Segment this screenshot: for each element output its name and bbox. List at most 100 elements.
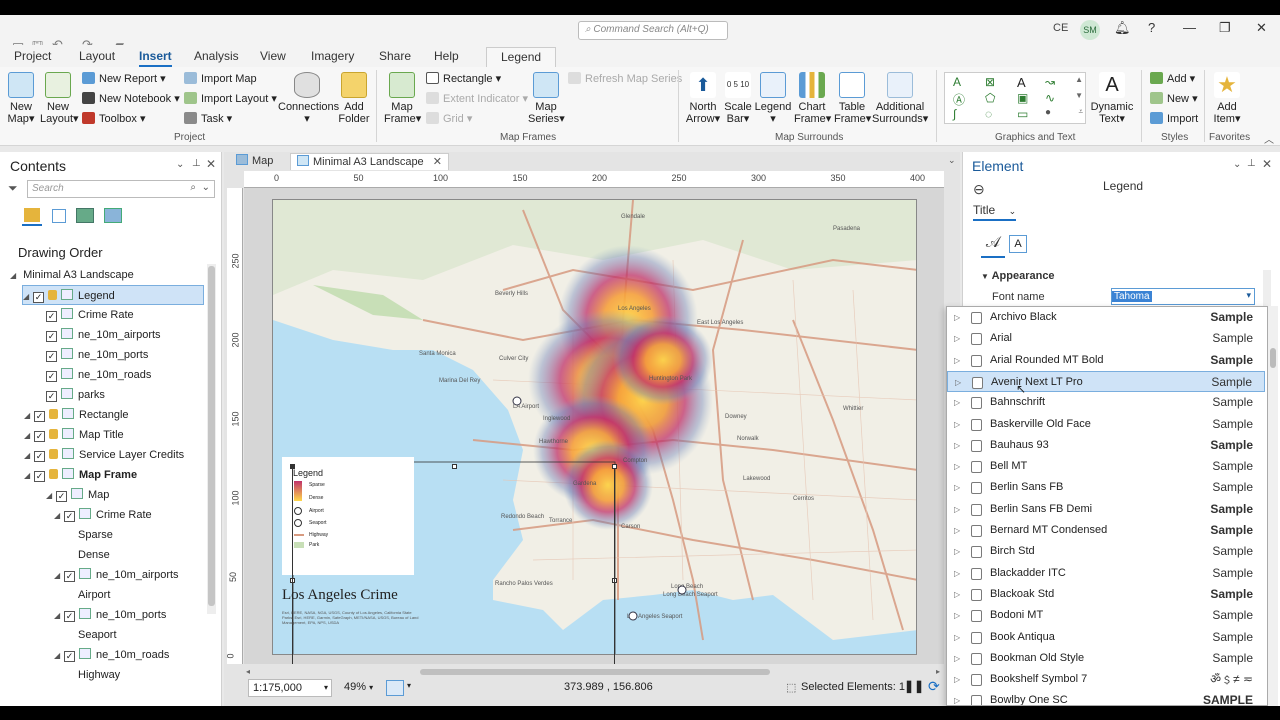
expand-font-icon[interactable]: ▷ [954,414,960,435]
expand-font-icon[interactable]: ▷ [954,350,960,371]
circle-text-icon[interactable]: Ⓐ [953,91,965,108]
expand-font-icon[interactable]: ▷ [954,627,960,648]
zoom-dropdown-icon[interactable]: ▾ [369,683,373,692]
visibility-checkbox[interactable]: ✓ [46,391,57,402]
back-arrow-icon[interactable]: ⊖ [973,181,985,198]
text-symbol-tab-icon[interactable]: 𝒜 [981,234,1005,258]
dropdown-chevron-icon[interactable]: ⌄ [1009,206,1017,216]
connections-button[interactable]: Connections ▾ [278,72,339,125]
visibility-checkbox[interactable]: ✓ [64,651,75,662]
font-list-item[interactable]: ▷ Blackoak Std Sample [947,584,1265,605]
graphics-gallery[interactable]: A ⊠ A ↝ Ⓐ ⬠ ▣ ∿ ∫ ◌ ▭ ● ▲ ▼ ⩡ [944,72,1086,124]
lock-icon[interactable] [49,449,58,459]
tree-expander-icon[interactable]: ◢ [23,287,33,307]
expand-font-icon[interactable]: ▷ [954,669,960,690]
tree-item[interactable]: ◢ ✓ Map Title [24,425,124,445]
new-report-button[interactable]: New Report ▾ [82,71,166,87]
expand-font-icon[interactable]: ▷ [954,499,960,520]
visibility-checkbox[interactable]: ✓ [64,611,75,622]
map-title[interactable]: Los Angeles Crime [282,587,398,604]
pane-menu-icon[interactable]: ⌄ [176,159,184,170]
legend-button[interactable]: Legend ▾ [754,72,792,125]
tree-item[interactable]: ◢ ✓ ne_10m_roads [54,645,169,665]
doc-tab-layout[interactable]: Minimal A3 Landscape ✕ [290,153,449,170]
font-list-item[interactable]: ▷ Bell MT Sample [947,456,1265,477]
tree-item[interactable]: ◢ ✓ Service Layer Credits [24,445,184,465]
font-list-item[interactable]: ▷ Baskerville Old Face Sample [947,414,1265,435]
selection-handle[interactable] [452,464,457,469]
scale-bar-button[interactable]: 0 5 10 Scale Bar▾ [722,72,754,125]
new-layout-button[interactable]: New Layout▾ [40,72,79,125]
visibility-checkbox[interactable]: ✓ [34,451,45,462]
tree-item[interactable]: Airport [78,585,110,605]
tree-item[interactable]: Sparse [78,525,113,545]
font-list-item[interactable]: ▷ Bauhaus 93 Sample [947,435,1265,456]
search-options-icon[interactable]: ⌄ [202,182,210,193]
visibility-checkbox[interactable]: ✓ [33,292,44,303]
airport-marker-icon[interactable] [512,396,522,406]
seaport-marker-icon[interactable] [628,611,638,621]
visibility-checkbox[interactable]: ✓ [64,511,75,522]
notification-bell-icon[interactable]: 🔔︎ [1114,20,1131,36]
visibility-checkbox[interactable]: ✓ [56,491,67,502]
appearance-section[interactable]: ▼ Appearance [981,270,1055,282]
seaport-marker-icon[interactable] [677,585,687,595]
tree-layout-root[interactable]: ◢ Minimal A3 Landscape [10,265,134,285]
table-frame-button[interactable]: Table Frame▾ [834,72,871,125]
tree-item[interactable]: ✓ ne_10m_roads [46,365,151,385]
expand-font-icon[interactable]: ▷ [954,307,960,328]
lock-icon[interactable] [49,409,58,419]
polygon-icon[interactable]: ⬠ [985,91,995,105]
grid-snap-icon[interactable] [386,680,404,696]
tree-item[interactable]: ◢ ✓ Legend [22,285,204,305]
font-list-item[interactable]: ▷ Bowlby One SC SAMPLE [947,690,1265,705]
lock-icon[interactable] [48,290,57,300]
tree-item[interactable]: Highway [78,665,120,685]
contents-search-input[interactable]: Search ⌕ ⌄ [27,180,215,198]
visibility-checkbox[interactable]: ✓ [34,431,45,442]
visibility-checkbox[interactable]: ✓ [34,411,45,422]
font-list-item[interactable]: ▷ Bahnschrift Sample [947,392,1265,413]
tree-expander-icon[interactable]: ◢ [54,506,64,526]
scroll-left-icon[interactable]: ◂ [246,667,250,676]
curved-text-icon[interactable]: ↝ [1045,75,1055,89]
expand-font-icon[interactable]: ▷ [954,477,960,498]
pin-icon[interactable]: ⊥ [192,158,201,169]
source-view-icon[interactable] [52,209,66,223]
drawing-order-view-icon[interactable] [22,208,42,226]
polygon-text-icon[interactable]: ⊠ [985,75,995,89]
tree-item[interactable]: ✓ ne_10m_airports [46,325,161,345]
expand-font-icon[interactable]: ▷ [954,563,960,584]
selection-view-icon[interactable] [76,208,94,223]
visibility-checkbox[interactable]: ✓ [64,571,75,582]
tab-share[interactable]: Share [379,49,411,63]
canvas-horizontal-scrollbar[interactable] [248,668,938,676]
tab-layout[interactable]: Layout [79,49,115,63]
additional-surrounds-button[interactable]: Additional Surrounds▾ [872,72,928,125]
contents-scrollbar[interactable] [207,264,216,614]
point-icon[interactable]: ● [1045,107,1051,118]
expand-font-icon[interactable]: ▷ [954,541,960,562]
tree-expander-icon[interactable]: ◢ [54,646,64,666]
font-list-item[interactable]: ▷ Birch Std Sample [947,541,1265,562]
task-button[interactable]: Task ▾ [184,111,232,127]
picture-icon[interactable]: ▣ [1017,91,1028,105]
font-list-item[interactable]: ▷ Arial Sample [947,328,1265,349]
tree-item[interactable]: ✓ Crime Rate [46,305,134,325]
close-tab-icon[interactable]: ✕ [433,156,442,168]
expand-font-icon[interactable]: ▷ [955,372,961,393]
straight-text-icon[interactable]: A [1017,75,1026,90]
tree-item[interactable]: Seaport [78,625,117,645]
tab-list-icon[interactable]: ⌄ [948,155,956,166]
refresh-icon[interactable]: ⟳ [928,678,940,695]
expand-font-icon[interactable]: ▷ [954,584,960,605]
tree-item[interactable]: ✓ ne_10m_ports [46,345,148,365]
title-dropdown[interactable]: Title ⌄ [973,203,1017,221]
gallery-scroll-up-icon[interactable]: ▲ [1075,75,1083,84]
element-pane-scrollbar[interactable] [1263,270,1271,310]
font-list-item[interactable]: ▷ Bernard MT Condensed Sample [947,520,1265,541]
style-new-button[interactable]: New ▾ [1150,91,1198,107]
service-layer-credits[interactable]: Esri, HERE, NASA, NGA, USGS, County of L… [282,610,422,625]
dynamic-text-button[interactable]: A Dynamic Text▾ [1090,72,1134,125]
font-list-item[interactable]: ▷ Blackadder ITC Sample [947,563,1265,584]
